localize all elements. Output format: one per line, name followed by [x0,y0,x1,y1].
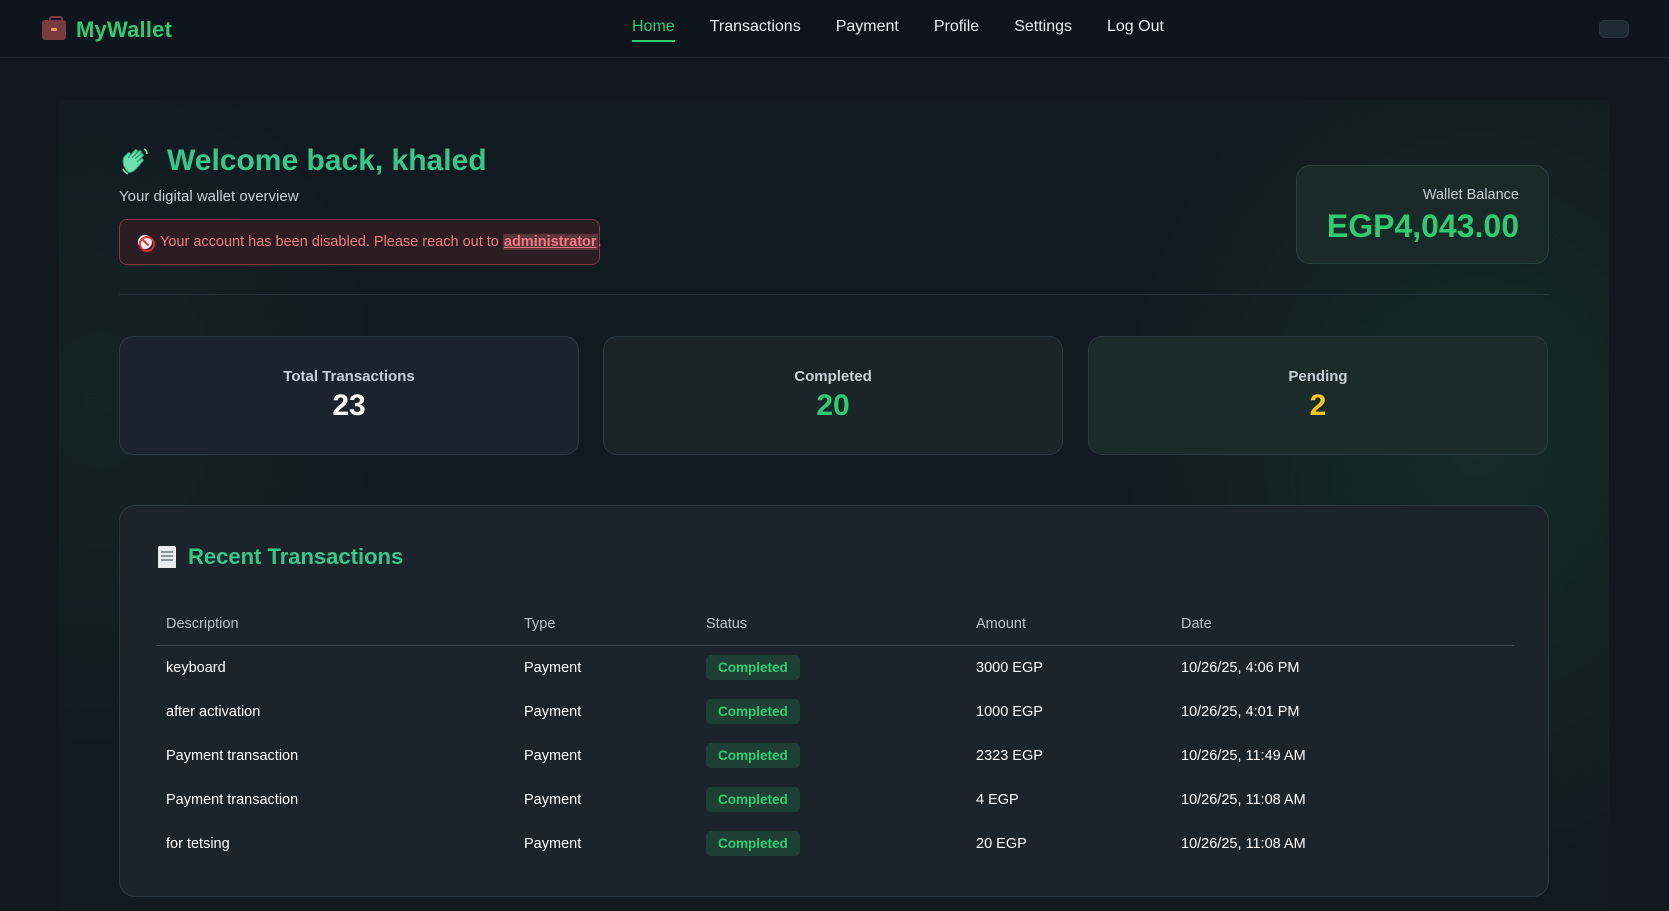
cell-description: for tetsing [166,836,230,852]
receipt-icon [158,546,176,568]
cell-type: Payment [524,660,582,676]
cell-amount: 2323 EGP [976,748,1043,764]
status-badge: Completed [706,831,800,856]
cell-description: after activation [166,704,261,720]
column-header-date[interactable]: Date [1181,616,1212,632]
column-header-status[interactable]: Status [706,616,747,632]
status-badge: Completed [706,787,800,812]
stat-total-transactions: Total Transactions 23 [119,336,579,455]
theme-toggle-button[interactable] [1599,20,1629,38]
nav-menu: Home Transactions Payment Profile Settin… [632,18,1199,44]
briefcase-icon [42,16,66,40]
main-content: Welcome back, khaled Your digital wallet… [59,100,1609,911]
brand-name: MyWallet [76,17,173,42]
divider [119,294,1549,295]
column-header-description[interactable]: Description [166,616,239,632]
section-title: Recent Transactions [188,544,404,569]
cell-description: Payment transaction [166,748,299,764]
nav-home[interactable]: Home [632,18,675,42]
balance-value: EGP4,043.00 [1326,208,1519,244]
table-row[interactable]: Payment transaction Payment Completed 23… [156,734,1514,778]
transactions-table: Description Type Status Amount Date keyb… [156,604,1514,866]
cell-type: Payment [524,836,582,852]
recent-transactions-card: Recent Transactions Description Type Sta… [119,505,1549,897]
nav-profile[interactable]: Profile [934,18,979,40]
column-header-amount[interactable]: Amount [976,616,1026,632]
page-subtitle: Your digital wallet overview [119,188,299,205]
cell-date: 10/26/25, 11:08 AM [1181,836,1306,852]
cell-amount: 3000 EGP [976,660,1043,676]
column-header-type[interactable]: Type [524,616,555,632]
cell-date: 10/26/25, 4:01 PM [1181,704,1300,720]
table-row[interactable]: after activation Payment Completed 1000 … [156,690,1514,734]
stat-label: Total Transactions [283,368,415,385]
stat-label: Pending [1288,368,1348,385]
welcome-header: Welcome back, khaled [119,144,487,178]
brand-logo[interactable]: MyWallet [42,16,172,44]
table-row[interactable]: keyboard Payment Completed 3000 EGP 10/2… [156,646,1514,690]
status-badge: Completed [706,699,800,724]
wallet-balance-card: Wallet Balance EGP4,043.00 [1296,165,1549,264]
cell-amount: 4 EGP [976,792,1019,808]
stat-value: 23 [332,389,366,422]
nav-settings[interactable]: Settings [1014,18,1072,40]
recent-transactions-header: Recent Transactions [158,544,403,570]
administrator-link[interactable]: administrator [502,234,598,250]
status-badge: Completed [706,655,800,680]
page-title: Welcome back, khaled [167,144,487,177]
cell-date: 10/26/25, 11:08 AM [1181,792,1306,808]
cell-date: 10/26/25, 11:49 AM [1181,748,1306,764]
waving-hand-icon [122,148,148,175]
stat-completed: Completed 20 [603,336,1063,455]
status-badge: Completed [706,743,800,768]
stat-value: 20 [816,389,850,422]
navbar: MyWallet Home Transactions Payment Profi… [0,0,1669,58]
account-disabled-alert: Your account has been disabled. Please r… [119,219,602,265]
nav-payment[interactable]: Payment [836,18,899,40]
balance-label: Wallet Balance [1422,187,1519,203]
stat-value: 2 [1309,389,1327,422]
table-row[interactable]: for tetsing Payment Completed 20 EGP 10/… [156,822,1514,866]
stat-label: Completed [794,368,872,385]
cell-description: Payment transaction [166,792,299,808]
cell-type: Payment [524,704,582,720]
cell-description: keyboard [166,660,226,676]
cell-date: 10/26/25, 4:06 PM [1181,660,1300,676]
cell-amount: 1000 EGP [976,704,1043,720]
stat-pending: Pending 2 [1088,336,1548,455]
prohibited-icon [138,235,155,252]
table-header-row: Description Type Status Amount Date [156,604,1514,646]
nav-transactions[interactable]: Transactions [710,18,801,40]
table-row[interactable]: Payment transaction Payment Completed 4 … [156,778,1514,822]
cell-type: Payment [524,748,582,764]
alert-text: Your account has been disabled. Please r… [160,234,602,250]
nav-logout[interactable]: Log Out [1107,18,1164,40]
cell-type: Payment [524,792,582,808]
cell-amount: 20 EGP [976,836,1027,852]
